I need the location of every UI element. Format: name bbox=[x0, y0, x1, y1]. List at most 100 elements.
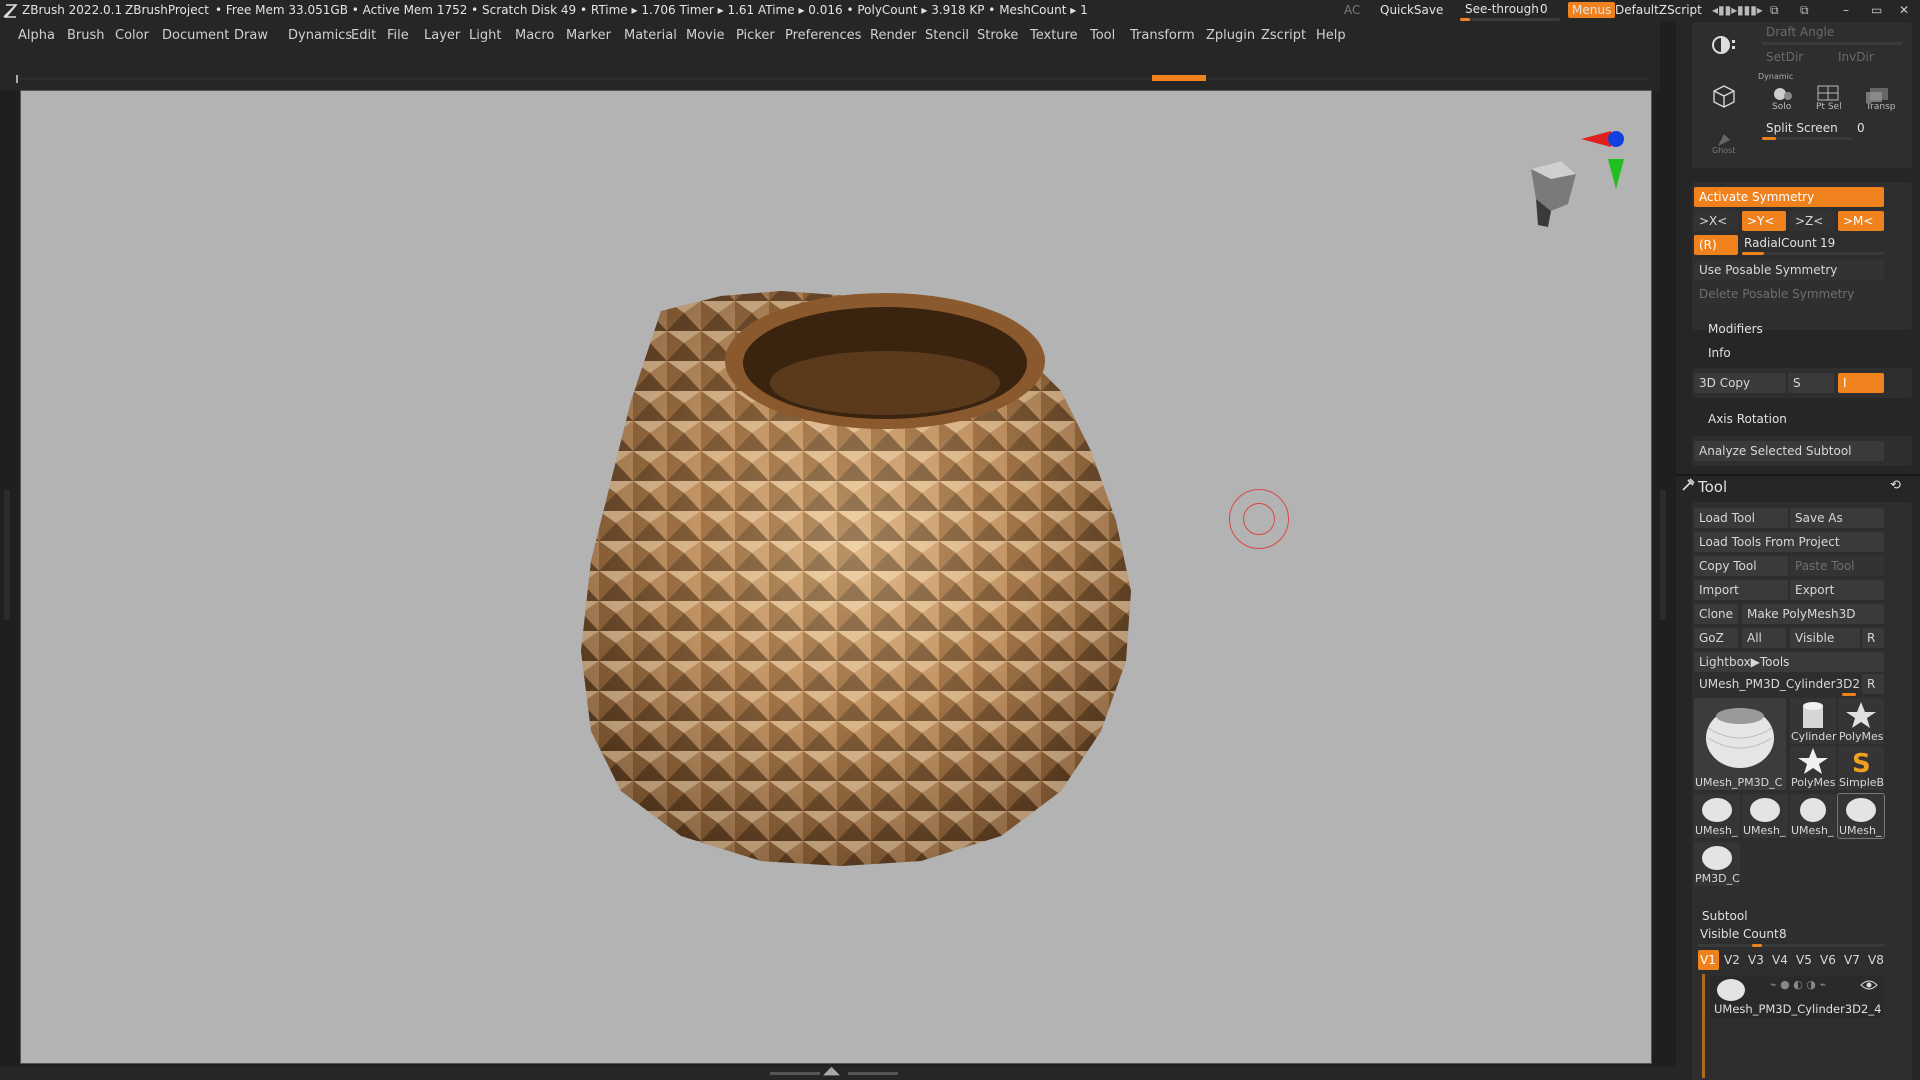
menu-stencil[interactable]: Stencil bbox=[925, 28, 969, 43]
draft-angle-slider[interactable] bbox=[1762, 42, 1902, 45]
ptsel-button[interactable]: Pt Sel bbox=[1810, 84, 1850, 116]
menu-stroke[interactable]: Stroke bbox=[977, 28, 1018, 43]
3d-copy-i-button[interactable]: I bbox=[1838, 373, 1884, 393]
menu-layer[interactable]: Layer bbox=[424, 28, 460, 43]
3d-copy-button[interactable]: 3D Copy bbox=[1694, 373, 1786, 393]
tool-thumb-cylinder[interactable]: Cylinder bbox=[1790, 698, 1837, 744]
goz-all-button[interactable]: All bbox=[1742, 628, 1786, 648]
activate-symmetry-button[interactable]: Activate Symmetry bbox=[1694, 187, 1884, 207]
goz-r-button[interactable]: R bbox=[1862, 628, 1884, 648]
tool-thumb-umesh-2[interactable]: UMesh_ bbox=[1742, 794, 1788, 838]
symmetry-z-button[interactable]: >Z< bbox=[1790, 211, 1834, 231]
quicksave-button[interactable]: QuickSave bbox=[1380, 3, 1443, 17]
ui-swap-icon[interactable]: ⧉ bbox=[1770, 3, 1779, 18]
copy-tool-button[interactable]: Copy Tool bbox=[1694, 556, 1788, 576]
seethrough-slider[interactable] bbox=[1460, 18, 1560, 21]
tool-thumb-main[interactable]: UMesh_PM3D_C bbox=[1694, 698, 1786, 790]
menu-material[interactable]: Material bbox=[624, 28, 677, 43]
make-polymesh3d-button[interactable]: Make PolyMesh3D bbox=[1742, 604, 1884, 624]
bottom-tray-bar-left[interactable] bbox=[770, 1072, 820, 1075]
visible-count-label[interactable]: Visible Count bbox=[1700, 927, 1779, 941]
menu-alpha[interactable]: Alpha bbox=[18, 28, 55, 43]
subtool-title[interactable]: Subtool bbox=[1702, 909, 1748, 923]
contrast-toggle-icon[interactable] bbox=[1710, 34, 1738, 56]
menus-toggle[interactable]: Menus bbox=[1568, 2, 1616, 18]
goz-button[interactable]: GoZ bbox=[1694, 628, 1738, 648]
menu-picker[interactable]: Picker bbox=[736, 28, 775, 43]
tool-thumb-polymesh-1[interactable]: PolyMes bbox=[1838, 698, 1884, 744]
subtool-version-v1[interactable]: V1 bbox=[1698, 950, 1719, 970]
menu-dynamics[interactable]: Dynamics bbox=[288, 28, 352, 43]
menu-marker[interactable]: Marker bbox=[566, 28, 611, 43]
layout-toggle2-icon[interactable]: ▮▮▮▸ bbox=[1737, 3, 1763, 17]
menu-render[interactable]: Render bbox=[870, 28, 916, 43]
info-section[interactable]: Info bbox=[1708, 346, 1731, 360]
draft-angle-label[interactable]: Draft Angle bbox=[1766, 25, 1834, 39]
maximize-icon[interactable]: ▭ bbox=[1871, 3, 1882, 17]
subtool-version-v5[interactable]: V5 bbox=[1794, 950, 1815, 970]
paste-tool-button[interactable]: Paste Tool bbox=[1790, 556, 1884, 576]
solo-button[interactable]: Solo bbox=[1762, 84, 1802, 116]
subtool-version-v4[interactable]: V4 bbox=[1770, 950, 1791, 970]
subtool-version-v6[interactable]: V6 bbox=[1818, 950, 1839, 970]
eye-icon[interactable] bbox=[1860, 979, 1878, 991]
menu-preferences[interactable]: Preferences bbox=[785, 28, 861, 43]
menu-color[interactable]: Color bbox=[115, 28, 149, 43]
shelf-track[interactable] bbox=[20, 78, 1650, 80]
split-screen-label[interactable]: Split Screen bbox=[1766, 121, 1838, 135]
visible-count-slider[interactable] bbox=[1698, 944, 1884, 947]
analyze-subtool-button[interactable]: Analyze Selected Subtool bbox=[1694, 441, 1884, 461]
tool-thumb-umesh-1[interactable]: UMesh_ bbox=[1694, 794, 1740, 838]
subtool-version-v2[interactable]: V2 bbox=[1722, 950, 1743, 970]
use-posable-symmetry-button[interactable]: Use Posable Symmetry bbox=[1694, 260, 1884, 280]
subtool-item[interactable]: ⌁ ● ◐ ◑ ⌁ UMesh_PM3D_Cylinder3D2_4 bbox=[1710, 976, 1884, 1018]
lightbox-tools-button[interactable]: Lightbox▶Tools bbox=[1694, 652, 1884, 672]
menu-zscript[interactable]: Zscript bbox=[1261, 28, 1306, 43]
load-tools-from-project-button[interactable]: Load Tools From Project bbox=[1694, 532, 1884, 552]
menu-transform[interactable]: Transform bbox=[1130, 28, 1195, 43]
menu-help[interactable]: Help bbox=[1316, 28, 1346, 43]
import-button[interactable]: Import bbox=[1694, 580, 1788, 600]
tool-thumb-umesh-4[interactable]: UMesh_ bbox=[1837, 793, 1885, 839]
menu-draw[interactable]: Draw bbox=[234, 28, 268, 43]
bottom-tray-bar-right[interactable] bbox=[848, 1072, 898, 1075]
close-icon[interactable]: ✕ bbox=[1899, 3, 1909, 17]
load-tool-button[interactable]: Load Tool bbox=[1694, 508, 1788, 528]
goz-visible-button[interactable]: Visible bbox=[1790, 628, 1860, 648]
radialcount-label[interactable]: RadialCount bbox=[1744, 236, 1817, 250]
radial-toggle-button[interactable]: (R) bbox=[1694, 235, 1738, 255]
export-button[interactable]: Export bbox=[1790, 580, 1884, 600]
ui-layout-icon[interactable]: ⧉ bbox=[1800, 3, 1809, 18]
minimize-icon[interactable]: – bbox=[1843, 3, 1849, 17]
menu-document[interactable]: Document bbox=[162, 28, 229, 43]
current-tool-name[interactable]: UMesh_PM3D_Cylinder3D2_4 bbox=[1694, 674, 1860, 694]
axis-rotation-section[interactable]: Axis Rotation bbox=[1708, 412, 1787, 426]
layout-toggle-icon[interactable]: ◂▮▮▸ bbox=[1712, 3, 1737, 17]
menu-light[interactable]: Light bbox=[469, 28, 501, 43]
menu-movie[interactable]: Movie bbox=[686, 28, 724, 43]
left-tray-handle[interactable] bbox=[4, 490, 10, 620]
transp-button[interactable]: Transp bbox=[1858, 84, 1902, 116]
subtool-version-v8[interactable]: V8 bbox=[1866, 950, 1887, 970]
tool-thumb-umesh-3[interactable]: UMesh_ bbox=[1790, 794, 1836, 838]
tool-palette-title[interactable]: Tool bbox=[1698, 478, 1727, 496]
tool-thumb-polymesh-2[interactable]: PolyMes bbox=[1790, 746, 1836, 790]
invdir-button[interactable]: InvDir bbox=[1838, 50, 1874, 64]
reset-icon[interactable]: ⟲ bbox=[1890, 478, 1901, 493]
delete-posable-symmetry-button[interactable]: Delete Posable Symmetry bbox=[1694, 284, 1884, 304]
symmetry-y-button[interactable]: >Y< bbox=[1742, 211, 1786, 231]
subtool-icons[interactable]: ⌁ ● ◐ ◑ ⌁ bbox=[1770, 978, 1826, 991]
tool-thumb-simplebrush[interactable]: S SimpleB bbox=[1838, 746, 1884, 790]
subtool-version-v7[interactable]: V7 bbox=[1842, 950, 1863, 970]
default-zscript-button[interactable]: DefaultZScript bbox=[1615, 3, 1702, 17]
3d-copy-s-button[interactable]: S bbox=[1788, 373, 1834, 393]
current-tool-r-button[interactable]: R bbox=[1862, 674, 1884, 694]
menu-zplugin[interactable]: Zplugin bbox=[1206, 28, 1255, 43]
clone-button[interactable]: Clone bbox=[1694, 604, 1738, 624]
right-tray-handle[interactable] bbox=[1660, 490, 1666, 620]
pot-model-render[interactable] bbox=[21, 91, 1651, 1063]
symmetry-m-button[interactable]: >M< bbox=[1838, 211, 1884, 231]
navigation-gizmo[interactable] bbox=[1506, 119, 1626, 239]
setdir-button[interactable]: SetDir bbox=[1766, 50, 1803, 64]
menu-macro[interactable]: Macro bbox=[515, 28, 554, 43]
